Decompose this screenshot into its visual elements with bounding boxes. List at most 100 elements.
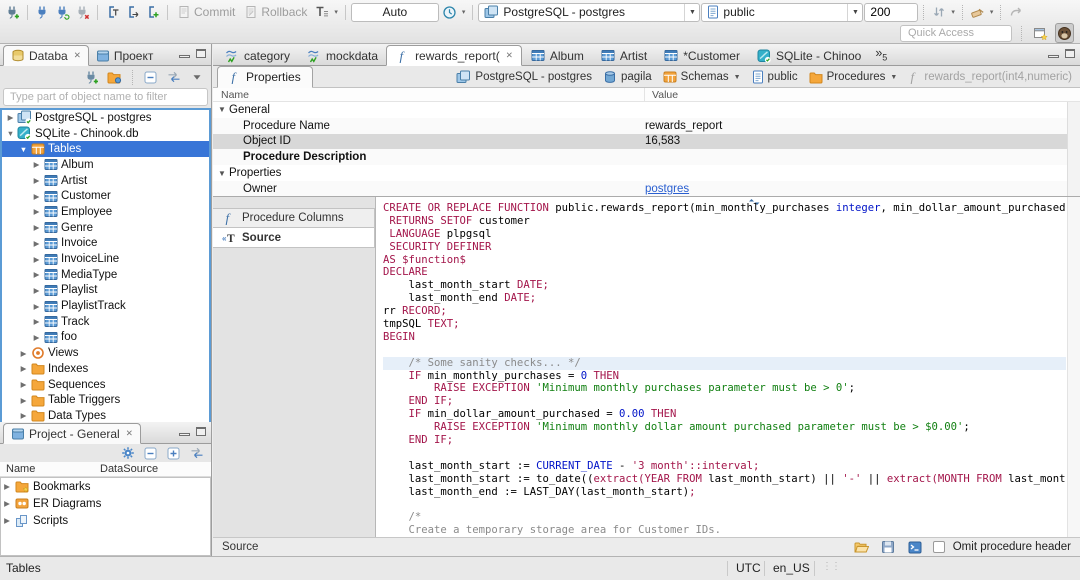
open-sql-script-icon[interactable] xyxy=(123,2,142,22)
editor-tab-rewards-report[interactable]: f rewards_report(✕ xyxy=(386,45,522,66)
tree-item-views[interactable]: ▶ Views xyxy=(2,345,209,361)
maximize-view-icon[interactable] xyxy=(196,427,206,436)
close-tab-icon[interactable]: ✕ xyxy=(506,50,513,61)
tree-item-playlisttrack[interactable]: ▶ PlaylistTrack xyxy=(2,298,209,314)
column-value[interactable]: Value xyxy=(645,89,678,101)
collapse-all-icon[interactable] xyxy=(141,67,160,87)
source-button[interactable]: «T Source xyxy=(213,228,375,248)
tree-item-invoice[interactable]: ▶ Invoice xyxy=(2,236,209,252)
twistie-icon[interactable]: ▶ xyxy=(18,396,29,405)
tree-item-tables[interactable]: ▼ Tables xyxy=(2,141,209,158)
twistie-icon[interactable]: ▶ xyxy=(31,255,42,264)
view-menu-icon[interactable] xyxy=(187,67,206,87)
disconnect-icon[interactable] xyxy=(73,2,92,22)
minimize-editor-icon[interactable] xyxy=(1048,54,1059,58)
omit-procedure-header-checkbox[interactable] xyxy=(932,541,945,553)
maximize-editor-icon[interactable] xyxy=(1065,49,1075,58)
status-timezone[interactable]: UTC xyxy=(736,561,761,575)
save-to-file-icon[interactable] xyxy=(879,537,898,557)
rollback-button[interactable]: Rollback xyxy=(240,2,311,22)
twistie-icon[interactable]: ▼ xyxy=(5,129,16,138)
property-row-object-id[interactable]: Object ID 16,583 xyxy=(213,133,1080,150)
twistie-icon[interactable]: ▶ xyxy=(18,411,29,420)
chevron-down-icon[interactable]: ▼ xyxy=(847,3,862,21)
open-perspective-icon[interactable] xyxy=(1031,23,1050,43)
fetch-size-input[interactable] xyxy=(864,2,919,22)
project-item-bookmarks[interactable]: ▶ Bookmarks xyxy=(1,478,210,495)
twistie-icon[interactable]: ▶ xyxy=(31,286,42,295)
dropdown-caret-icon[interactable]: ▾ xyxy=(334,8,338,16)
twistie-icon[interactable]: ▼ xyxy=(18,145,29,154)
schema-select[interactable]: public ▼ xyxy=(701,2,864,22)
project-tree[interactable]: ▶ Bookmarks ▶ ER Diagrams ▶ Scripts xyxy=(0,477,211,556)
project-item-scripts[interactable]: ▶ Scripts xyxy=(1,512,210,529)
new-sql-editor-icon[interactable] xyxy=(143,2,162,22)
properties-scrollbar[interactable] xyxy=(1067,102,1080,196)
tab-projects[interactable]: Проект xyxy=(89,45,161,66)
tree-item-mediatype[interactable]: ▶ MediaType xyxy=(2,267,209,283)
owner-link[interactable]: postgres xyxy=(645,183,689,195)
breadcrumb-item-procedures[interactable]: Procedures ▼ xyxy=(809,71,897,84)
twistie-icon[interactable]: ▶ xyxy=(31,317,42,326)
undo-icon[interactable] xyxy=(1006,2,1025,22)
property-row-properties[interactable]: ▼ Properties xyxy=(213,165,1080,181)
twistie-icon[interactable]: ▶ xyxy=(31,160,42,169)
dropdown-caret-icon[interactable]: ▾ xyxy=(990,8,994,16)
tree-item-table-triggers[interactable]: ▶ Table Triggers xyxy=(2,392,209,408)
tree-item-foo[interactable]: ▶ foo xyxy=(2,330,209,346)
column-name[interactable]: Name xyxy=(0,463,100,475)
collapse-all-icon[interactable] xyxy=(141,443,160,463)
twistie-icon[interactable]: ▶ xyxy=(31,192,42,201)
editor-tab-mockdata[interactable]: mockdata xyxy=(298,45,386,66)
commit-mode-select[interactable]: Auto xyxy=(350,2,439,22)
chevron-down-icon[interactable]: ▼ xyxy=(734,74,741,81)
property-row-procedure-description[interactable]: Procedure Description xyxy=(213,149,1080,166)
twistie-icon[interactable]: ▶ xyxy=(18,380,29,389)
breadcrumb-item-postgresql-postgres[interactable]: PostgreSQL - postgres xyxy=(456,70,592,84)
twistie-icon[interactable]: ▶ xyxy=(18,349,29,358)
connect-icon[interactable] xyxy=(33,2,52,22)
breadcrumb-item-schemas[interactable]: Schemas ▼ xyxy=(663,70,741,84)
twistie-icon[interactable]: ▼ xyxy=(213,169,229,178)
expand-all-icon[interactable] xyxy=(164,443,183,463)
procedure-columns-button[interactable]: f Procedure Columns xyxy=(213,208,375,228)
new-connection-icon[interactable] xyxy=(82,67,101,87)
maximize-view-icon[interactable] xyxy=(196,49,206,58)
editor-tab-artist[interactable]: Artist xyxy=(592,45,655,66)
close-view-icon[interactable]: ✕ xyxy=(74,50,81,61)
breadcrumb-item-public[interactable]: public xyxy=(752,70,798,84)
sql-editor-icon[interactable] xyxy=(103,2,122,22)
object-filter-input[interactable] xyxy=(3,88,208,106)
dropdown-caret-icon[interactable]: ▾ xyxy=(951,8,955,16)
minimize-view-icon[interactable] xyxy=(179,54,190,58)
tree-item-artist[interactable]: ▶ Artist xyxy=(2,173,209,189)
close-view-icon[interactable]: ✕ xyxy=(126,428,133,439)
chevron-down-icon[interactable]: ▼ xyxy=(684,3,699,21)
link-with-editor-icon[interactable] xyxy=(187,443,206,463)
twistie-icon[interactable]: ▶ xyxy=(1,516,13,525)
editor-tab-album[interactable]: Album xyxy=(522,45,592,66)
column-datasource[interactable]: DataSource xyxy=(100,463,158,475)
connection-select[interactable]: PostgreSQL - postgres ▼ xyxy=(478,2,701,22)
tree-item-invoiceline[interactable]: ▶ InvoiceLine xyxy=(2,251,209,267)
project-item-er-diagrams[interactable]: ▶ ER Diagrams xyxy=(1,495,210,512)
tree-item-track[interactable]: ▶ Track xyxy=(2,314,209,330)
dropdown-caret-icon[interactable]: ▾ xyxy=(462,8,466,16)
source-panel[interactable]: CREATE OR REPLACE FUNCTION public.reward… xyxy=(376,197,1080,537)
tab-overflow-indicator[interactable]: »5 xyxy=(875,46,887,63)
twistie-icon[interactable]: ▶ xyxy=(31,207,42,216)
tab-properties[interactable]: f Properties xyxy=(217,66,313,88)
tree-item-playlist[interactable]: ▶ Playlist xyxy=(2,283,209,299)
eraser-icon[interactable] xyxy=(968,2,987,22)
source-code[interactable]: CREATE OR REPLACE FUNCTION public.reward… xyxy=(383,202,1066,537)
minimize-view-icon[interactable] xyxy=(179,432,190,436)
twistie-icon[interactable]: ▶ xyxy=(31,270,42,279)
reconnect-icon[interactable] xyxy=(53,2,72,22)
commit-button[interactable]: Commit xyxy=(173,2,239,22)
transaction-log-icon[interactable] xyxy=(312,2,331,22)
tree-item-genre[interactable]: ▶ Genre xyxy=(2,220,209,236)
property-row-procedure-name[interactable]: Procedure Name rewards_report xyxy=(213,117,1080,134)
chevron-down-icon[interactable]: ▼ xyxy=(890,74,897,81)
tree-item-indexes[interactable]: ▶ Indexes xyxy=(2,361,209,377)
tree-item-sqlite-chinook-db[interactable]: ▼ SQLite - Chinook.db xyxy=(2,126,209,142)
